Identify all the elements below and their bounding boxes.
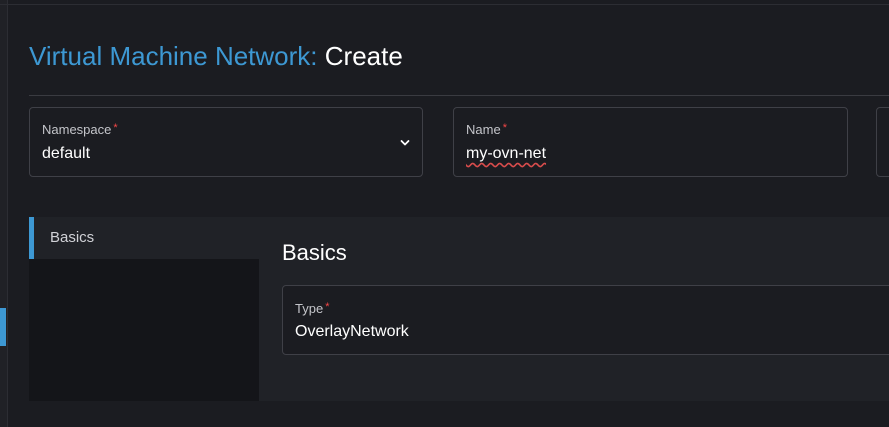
left-nav-rail — [0, 0, 8, 427]
tab-basics-label: Basics — [50, 229, 95, 246]
namespace-value: default — [42, 145, 91, 162]
tab-active-indicator — [29, 217, 34, 259]
type-label: Type * — [295, 301, 330, 316]
side-tabs: Basics — [29, 217, 259, 401]
name-input[interactable]: Name * my-ovn-net — [453, 107, 848, 177]
page: Virtual Machine Network: Create Namespac… — [0, 0, 889, 427]
tab-basics[interactable]: Basics — [29, 217, 259, 259]
description-input[interactable] — [876, 107, 889, 177]
section-title: Basics — [282, 240, 347, 265]
type-input[interactable]: Type * OverlayNetwork — [282, 285, 889, 355]
side-tabs-empty-area — [29, 259, 259, 401]
type-value: OverlayNetwork — [295, 323, 409, 340]
left-nav-active-indicator[interactable] — [0, 308, 6, 346]
page-title-resource[interactable]: Virtual Machine Network: — [29, 41, 318, 71]
name-required-marker: * — [502, 122, 507, 134]
top-divider — [0, 4, 889, 5]
page-title: Virtual Machine Network: Create — [29, 38, 403, 74]
type-required-marker: * — [325, 301, 330, 313]
left-nav-divider — [7, 0, 8, 427]
page-title-action: Create — [324, 41, 403, 71]
namespace-select[interactable]: Namespace * default — [29, 107, 423, 177]
title-divider — [29, 95, 889, 96]
name-value: my-ovn-net — [466, 145, 547, 162]
namespace-label: Namespace * — [42, 122, 118, 137]
chevron-down-icon[interactable] — [400, 138, 410, 148]
name-label: Name * — [466, 122, 507, 137]
namespace-required-marker: * — [113, 122, 118, 134]
